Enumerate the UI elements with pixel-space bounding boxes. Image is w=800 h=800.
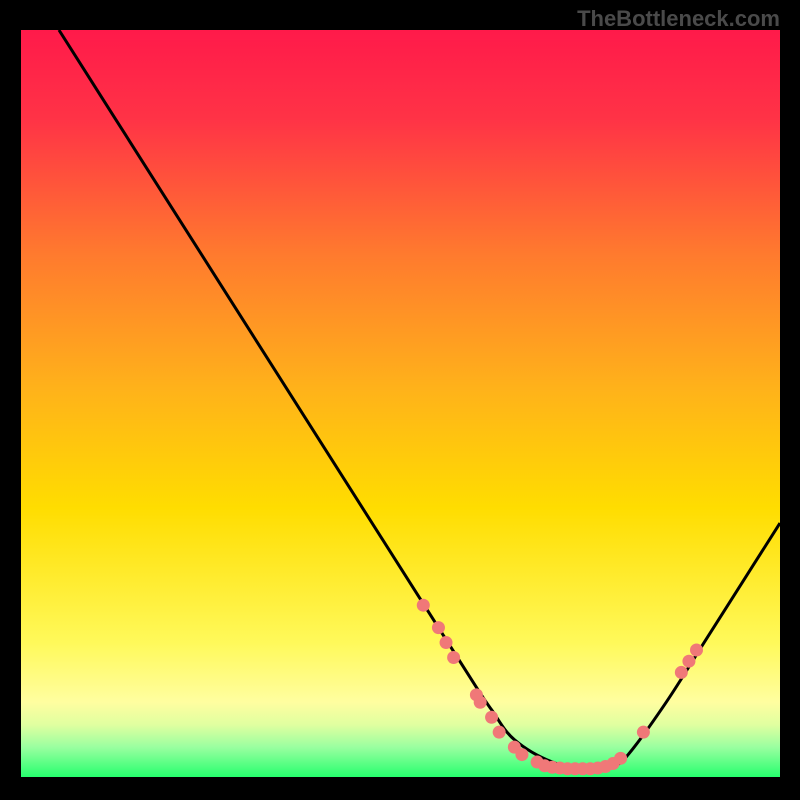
data-marker (614, 752, 627, 765)
data-marker (447, 651, 460, 664)
chart-container: TheBottleneck.com (0, 0, 800, 800)
data-marker (682, 655, 695, 668)
data-marker (417, 599, 430, 612)
data-marker (493, 726, 506, 739)
data-marker (474, 696, 487, 709)
data-marker (675, 666, 688, 679)
data-marker (440, 636, 453, 649)
data-marker (432, 621, 445, 634)
data-marker (637, 726, 650, 739)
data-marker (515, 748, 528, 761)
bottleneck-chart (0, 0, 800, 800)
data-marker (690, 644, 703, 657)
data-marker (485, 711, 498, 724)
watermark-text: TheBottleneck.com (577, 6, 780, 32)
plot-area (21, 30, 780, 777)
